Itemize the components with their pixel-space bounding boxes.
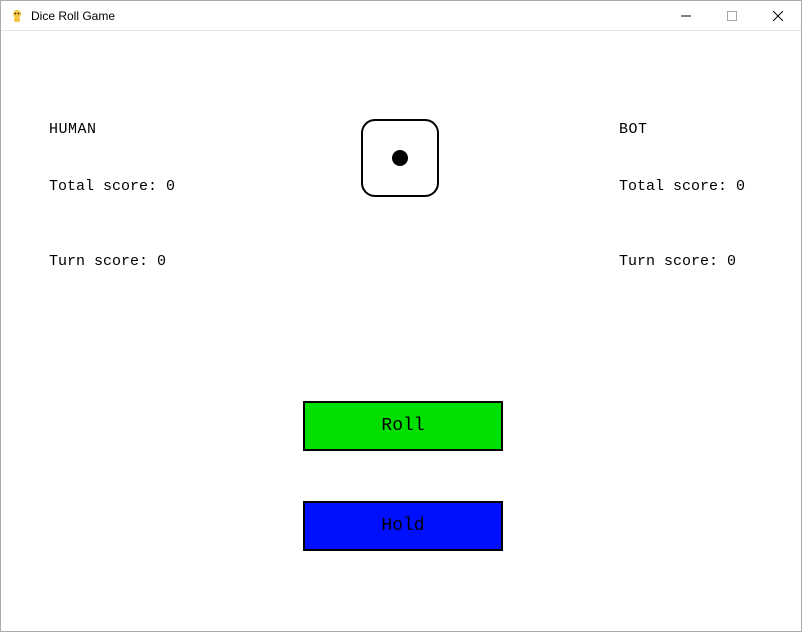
- titlebar: Dice Roll Game: [1, 1, 801, 31]
- human-total-score: Total score: 0: [49, 178, 175, 195]
- bot-label: BOT: [619, 121, 745, 138]
- human-total-score-label: Total score:: [49, 178, 157, 195]
- human-label: HUMAN: [49, 121, 175, 138]
- close-button[interactable]: [755, 1, 801, 31]
- bot-turn-score: Turn score: 0: [619, 253, 745, 270]
- die-pip-center: [392, 150, 408, 166]
- human-turn-score-value: 0: [157, 253, 166, 270]
- bot-panel: BOT Total score: 0 Turn score: 0: [619, 121, 745, 270]
- bot-total-score-label: Total score:: [619, 178, 727, 195]
- human-total-score-value: 0: [166, 178, 175, 195]
- minimize-button[interactable]: [663, 1, 709, 31]
- maximize-button[interactable]: [709, 1, 755, 31]
- window-title: Dice Roll Game: [31, 9, 115, 23]
- hold-button[interactable]: Hold: [303, 501, 503, 551]
- bot-turn-score-value: 0: [727, 253, 736, 270]
- bot-turn-score-label: Turn score:: [619, 253, 718, 270]
- app-window: Dice Roll Game HUMAN Total score: 0 Turn…: [0, 0, 802, 632]
- human-turn-score-label: Turn score:: [49, 253, 148, 270]
- bot-total-score: Total score: 0: [619, 178, 745, 195]
- client-area: HUMAN Total score: 0 Turn score: 0 BOT T…: [1, 31, 801, 631]
- human-turn-score: Turn score: 0: [49, 253, 175, 270]
- app-icon: [9, 8, 25, 24]
- roll-button[interactable]: Roll: [303, 401, 503, 451]
- human-panel: HUMAN Total score: 0 Turn score: 0: [49, 121, 175, 270]
- bot-total-score-value: 0: [736, 178, 745, 195]
- die: [361, 119, 439, 197]
